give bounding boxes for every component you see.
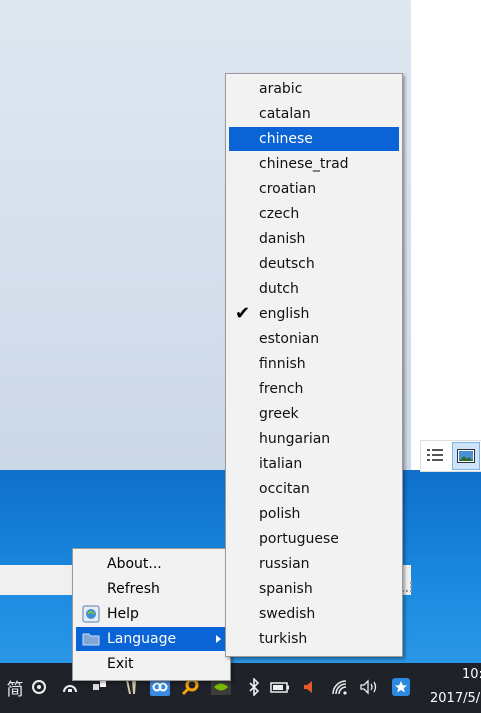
menu-item-label: Exit bbox=[107, 656, 134, 672]
language-label: croatian bbox=[259, 181, 317, 197]
ime-settings-icon[interactable] bbox=[29, 677, 49, 697]
language-item-turkish[interactable]: turkish bbox=[229, 627, 399, 651]
language-label: occitan bbox=[259, 481, 310, 497]
language-label: polish bbox=[259, 506, 301, 522]
clock-time[interactable]: 10: bbox=[462, 667, 481, 682]
view-toggle-group bbox=[420, 440, 481, 472]
language-label: spanish bbox=[259, 581, 313, 597]
language-item-polish[interactable]: polish bbox=[229, 502, 399, 526]
language-item-czech[interactable]: czech bbox=[229, 202, 399, 226]
menu-item-about[interactable]: About... bbox=[76, 552, 227, 576]
language-label: arabic bbox=[259, 81, 303, 97]
language-item-croatian[interactable]: croatian bbox=[229, 177, 399, 201]
menu-item-language[interactable]: Language bbox=[76, 627, 227, 651]
clock-date[interactable]: 2017/5/ bbox=[430, 691, 480, 706]
language-item-catalan[interactable]: catalan bbox=[229, 102, 399, 126]
language-item-greek[interactable]: greek bbox=[229, 402, 399, 426]
language-label: danish bbox=[259, 231, 306, 247]
language-label: portuguese bbox=[259, 531, 339, 547]
bluetooth-icon[interactable] bbox=[244, 677, 264, 697]
language-submenu: arabic catalan chinese chinese_trad croa… bbox=[225, 73, 403, 657]
language-item-french[interactable]: french bbox=[229, 377, 399, 401]
language-label: estonian bbox=[259, 331, 320, 347]
menu-item-help[interactable]: Help bbox=[76, 602, 227, 626]
language-label: catalan bbox=[259, 106, 311, 122]
language-label: french bbox=[259, 381, 304, 397]
language-label: czech bbox=[259, 206, 300, 222]
menu-item-refresh[interactable]: Refresh bbox=[76, 577, 227, 601]
menu-item-label: About... bbox=[107, 556, 162, 572]
language-label: italian bbox=[259, 456, 303, 472]
menu-item-label: Help bbox=[107, 606, 139, 622]
ime-indicator[interactable]: 简 bbox=[5, 677, 25, 700]
volume-muted-icon[interactable] bbox=[300, 677, 320, 697]
app-star-icon[interactable] bbox=[391, 677, 411, 697]
tray-context-menu: About... Refresh Help Language Exit bbox=[72, 548, 231, 681]
language-label: swedish bbox=[259, 606, 316, 622]
language-item-portuguese[interactable]: portuguese bbox=[229, 527, 399, 551]
language-item-chinese[interactable]: chinese bbox=[229, 127, 399, 151]
submenu-arrow-icon bbox=[216, 635, 221, 643]
help-icon bbox=[82, 605, 100, 623]
details-view-button[interactable] bbox=[422, 442, 448, 468]
folder-icon bbox=[82, 633, 100, 646]
language-item-chinese-trad[interactable]: chinese_trad bbox=[229, 152, 399, 176]
language-item-dutch[interactable]: dutch bbox=[229, 277, 399, 301]
battery-icon[interactable] bbox=[270, 677, 290, 697]
desktop-white-area bbox=[411, 0, 481, 470]
resize-grip[interactable] bbox=[402, 582, 412, 592]
language-label: chinese_trad bbox=[259, 156, 349, 172]
language-item-arabic[interactable]: arabic bbox=[229, 77, 399, 101]
checkmark-icon: ✔ bbox=[235, 303, 251, 324]
language-label: russian bbox=[259, 556, 310, 572]
language-item-occitan[interactable]: occitan bbox=[229, 477, 399, 501]
speaker-icon[interactable] bbox=[360, 677, 380, 697]
wifi-icon[interactable] bbox=[330, 677, 350, 697]
language-item-swedish[interactable]: swedish bbox=[229, 602, 399, 626]
language-label: dutch bbox=[259, 281, 299, 297]
language-item-italian[interactable]: italian bbox=[229, 452, 399, 476]
language-item-spanish[interactable]: spanish bbox=[229, 577, 399, 601]
language-label: finnish bbox=[259, 356, 306, 372]
menu-item-label: Language bbox=[107, 631, 177, 647]
language-item-russian[interactable]: russian bbox=[229, 552, 399, 576]
preview-view-button[interactable] bbox=[452, 442, 480, 470]
menu-item-label: Refresh bbox=[107, 581, 160, 597]
details-view-icon bbox=[427, 449, 443, 461]
language-item-english[interactable]: ✔ english bbox=[229, 302, 399, 326]
language-item-danish[interactable]: danish bbox=[229, 227, 399, 251]
language-item-deutsch[interactable]: deutsch bbox=[229, 252, 399, 276]
language-label: chinese bbox=[259, 131, 313, 147]
language-label: turkish bbox=[259, 631, 308, 647]
language-item-finnish[interactable]: finnish bbox=[229, 352, 399, 376]
language-item-hungarian[interactable]: hungarian bbox=[229, 427, 399, 451]
language-item-estonian[interactable]: estonian bbox=[229, 327, 399, 351]
menu-item-exit[interactable]: Exit bbox=[76, 652, 227, 676]
language-label: greek bbox=[259, 406, 299, 422]
image-view-icon bbox=[457, 449, 475, 463]
language-label: english bbox=[259, 306, 310, 322]
language-label: hungarian bbox=[259, 431, 331, 447]
language-label: deutsch bbox=[259, 256, 315, 272]
